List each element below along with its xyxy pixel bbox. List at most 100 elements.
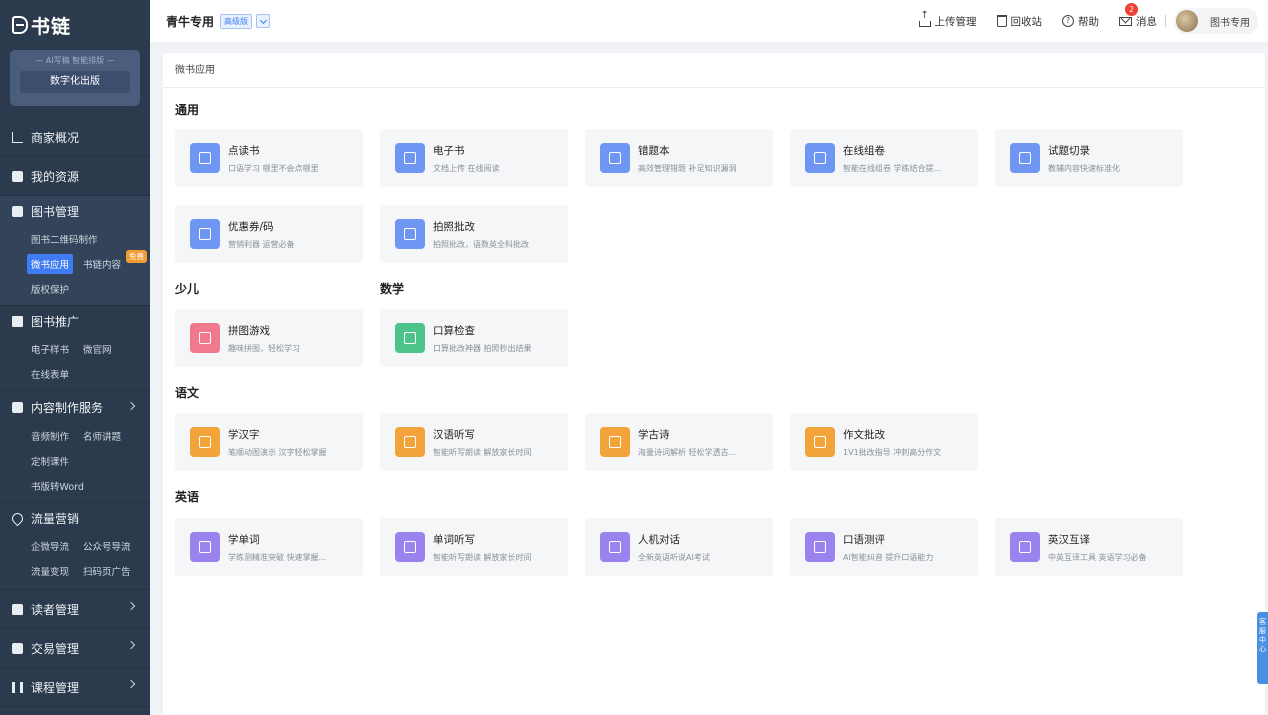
app-card-mental-math[interactable]: 口算检查 口算批改神器 拍照秒出结果: [380, 309, 568, 367]
sidebar-item-label: 交易管理: [31, 641, 80, 656]
chevron-right-icon: [126, 401, 136, 411]
app-card-desc: 海量诗词解析 轻松学透古...: [638, 447, 737, 457]
sidebar-item-books[interactable]: 图书管理: [0, 196, 150, 226]
sidebar-subitem-micro-site[interactable]: 微官网: [83, 342, 112, 356]
upload-manage-button[interactable]: 上传管理: [918, 10, 977, 29]
content-icon: [12, 401, 23, 413]
sidebar-subitem-courseware[interactable]: 定制课件: [31, 454, 69, 468]
main-panel: 微书应用 通用 少儿 数学 语文 英语 点读书 口语学习 哪里不会点哪里 电子书文…: [163, 53, 1265, 715]
sidebar-item-label: 商家概况: [31, 130, 80, 145]
app-card-name: 作文批改: [843, 428, 885, 441]
sidebar-item-promotion[interactable]: 图书推广: [0, 306, 150, 336]
recycle-bin-button[interactable]: 回收站: [996, 14, 1042, 29]
sidebar-subitem-scan-ads[interactable]: 扫码页广告: [83, 564, 131, 578]
poetry-icon: [600, 427, 630, 457]
nav-group-course: 课程管理: [0, 668, 150, 707]
app-card-desc: 1V1批改指导 冲刺高分作文: [843, 447, 942, 457]
sidebar-subitem-to-word[interactable]: 书版转Word: [31, 479, 84, 493]
sidebar-subitem-chain-content[interactable]: 书链内容 免费: [83, 249, 148, 271]
section-title-general: 通用: [175, 103, 200, 117]
help-button[interactable]: ? 帮助: [1062, 14, 1099, 29]
app-card-online-paper[interactable]: 在线组卷 智能在线组卷 学练结合提...: [790, 129, 978, 187]
app-card-desc: 学练测精准突破 快速掌握...: [228, 552, 327, 562]
nav-group-promotion: 图书推广 电子样书 微官网 在线表单: [0, 306, 150, 391]
handwriting-icon: [395, 532, 425, 562]
app-card-ai-dialogue[interactable]: 人机对话 全新英语听说AI考试: [585, 518, 773, 576]
sidebar-subitem-official-account[interactable]: 公众号导流: [83, 539, 131, 553]
chevron-right-icon: [126, 601, 136, 611]
nav-group-books: 图书管理 图书二维码制作 微书应用 书链内容 免费 版权保护: [0, 196, 150, 306]
app-card-coupon[interactable]: 优惠券/码 营销利器 运营必备: [175, 205, 363, 263]
app-card-learn-words[interactable]: 学单词 学练测精准突破 快速掌握...: [175, 518, 363, 576]
sidebar-subitem-teacher[interactable]: 名师讲题: [83, 429, 121, 443]
app-card-desc: 智能听写朗读 解放家长时间: [433, 552, 532, 562]
app-card-name: 拼图游戏: [228, 324, 270, 337]
sidebar-subitem-online-form[interactable]: 在线表单: [31, 367, 69, 381]
sidebar-item-trade[interactable]: 交易管理: [0, 629, 150, 667]
customer-service-tab[interactable]: 客服中心: [1257, 612, 1268, 684]
promo-banner[interactable]: — AI写稿 智能排版 — 数字化出版: [10, 50, 140, 106]
sidebar-subitem-label: 书链内容: [83, 259, 122, 271]
chevron-right-icon: [126, 640, 136, 650]
puzzle-icon: [190, 323, 220, 353]
app-card-name: 拍照批改: [433, 220, 475, 233]
trade-icon: [12, 642, 23, 654]
app-card-essay-grading[interactable]: 作文批改 1V1批改指导 冲刺高分作文: [790, 413, 978, 471]
sidebar-item-overview[interactable]: 商家概况: [0, 118, 150, 156]
sidebar-subitem-audio[interactable]: 音频制作: [31, 429, 69, 443]
header-divider: [1165, 15, 1166, 27]
app-card-desc: 文档上传 在线阅读: [433, 163, 500, 173]
sidebar-subitem-copyright[interactable]: 版权保护: [31, 282, 69, 296]
app-card-desc: 中英互译工具 英语学习必备: [1048, 552, 1147, 562]
messages-button[interactable]: 2 消息: [1119, 2, 1157, 29]
app-card-desc: AI智能纠音 提升口语能力: [843, 552, 934, 562]
sidebar-subitem-micro-apps[interactable]: 微书应用: [27, 253, 74, 274]
sidebar-subitem-qrcode[interactable]: 图书二维码制作: [31, 232, 98, 246]
app-card-desc: 拍照批改，语数英全科批改: [433, 239, 529, 249]
ebook-icon: [395, 143, 425, 173]
header-actions: 上传管理 回收站 ? 帮助 2 消息 图书专用: [899, 0, 1258, 42]
app-card-desc: 教辅内容快速标准化: [1048, 163, 1120, 173]
sidebar-item-readers[interactable]: 读者管理: [0, 590, 150, 628]
logo-text: 书链: [31, 15, 72, 38]
document-search-icon: [1010, 143, 1040, 173]
app-card-ebook[interactable]: 电子书 文档上传 在线阅读: [380, 129, 568, 187]
app-card-puzzle[interactable]: 拼图游戏 趣味拼图，轻松学习: [175, 309, 363, 367]
app-card-point-read[interactable]: 点读书 口语学习 哪里不会点哪里: [175, 129, 363, 187]
app-card-question-cut[interactable]: 试题切录 教辅内容快速标准化: [995, 129, 1183, 187]
section-title-math: 数学: [380, 282, 405, 296]
app-card-name: 口算检查: [433, 324, 475, 337]
app-card-ancient-poetry[interactable]: 学古诗 海量诗词解析 轻松学透古...: [585, 413, 773, 471]
chevron-down-icon[interactable]: [256, 14, 271, 28]
sidebar-item-traffic[interactable]: 流量营销: [0, 503, 150, 533]
app-card-translate[interactable]: 英汉互译 中英互译工具 英语学习必备: [995, 518, 1183, 576]
notification-badge: 2: [1125, 2, 1138, 16]
logo[interactable]: 书链: [0, 0, 150, 50]
app-card-desc: 智能在线组卷 学练结合提...: [843, 163, 942, 173]
speech-bubble-icon: [805, 532, 835, 562]
app-card-learn-hanzi[interactable]: 学汉字 笔顺动图演示 汉字轻松掌握: [175, 413, 363, 471]
promo-button[interactable]: 数字化出版: [20, 71, 130, 93]
app-card-mistake-book[interactable]: 错题本 高效管理错题 补足知识漏洞: [585, 129, 773, 187]
chevron-right-icon: [126, 679, 136, 689]
sidebar-item-course[interactable]: 课程管理: [0, 668, 150, 706]
course-icon: [12, 681, 23, 693]
sidebar-item-content-service[interactable]: 内容制作服务: [0, 391, 150, 423]
person-chat-icon: [600, 532, 630, 562]
user-menu[interactable]: 图书专用: [1174, 8, 1258, 34]
upload-manage-label: 上传管理: [934, 15, 977, 28]
app-card-word-dictation[interactable]: 单词听写智能听写朗读 解放家长时间: [380, 518, 568, 576]
sidebar-subitem-wecom[interactable]: 企微导流: [31, 539, 69, 553]
sidebar-nav: 商家概况 我的资源 图书管理 图书二维码制作 微书应用 书链内容免费 版权保护: [0, 118, 150, 707]
checklist-icon: [805, 427, 835, 457]
app-card-name: 单词听写: [433, 533, 475, 546]
sidebar-subitem-ebook-sample[interactable]: 电子样书: [31, 342, 69, 356]
sidebar-subitem-monetize[interactable]: 流量变现: [31, 564, 69, 578]
app-card-oral-assessment[interactable]: 口语测评 AI智能纠音 提升口语能力: [790, 518, 978, 576]
app-card-chinese-dictation[interactable]: 汉语听写 智能听写朗读 解放家长时间: [380, 413, 568, 471]
app-card-desc: 全新英语听说AI考试: [638, 552, 710, 562]
ticket-icon: [190, 219, 220, 249]
user-name: 图书专用: [1210, 17, 1250, 29]
app-card-photo-grading[interactable]: 拍照批改拍照批改，语数英全科批改: [380, 205, 568, 263]
sidebar-item-resources[interactable]: 我的资源: [0, 157, 150, 195]
